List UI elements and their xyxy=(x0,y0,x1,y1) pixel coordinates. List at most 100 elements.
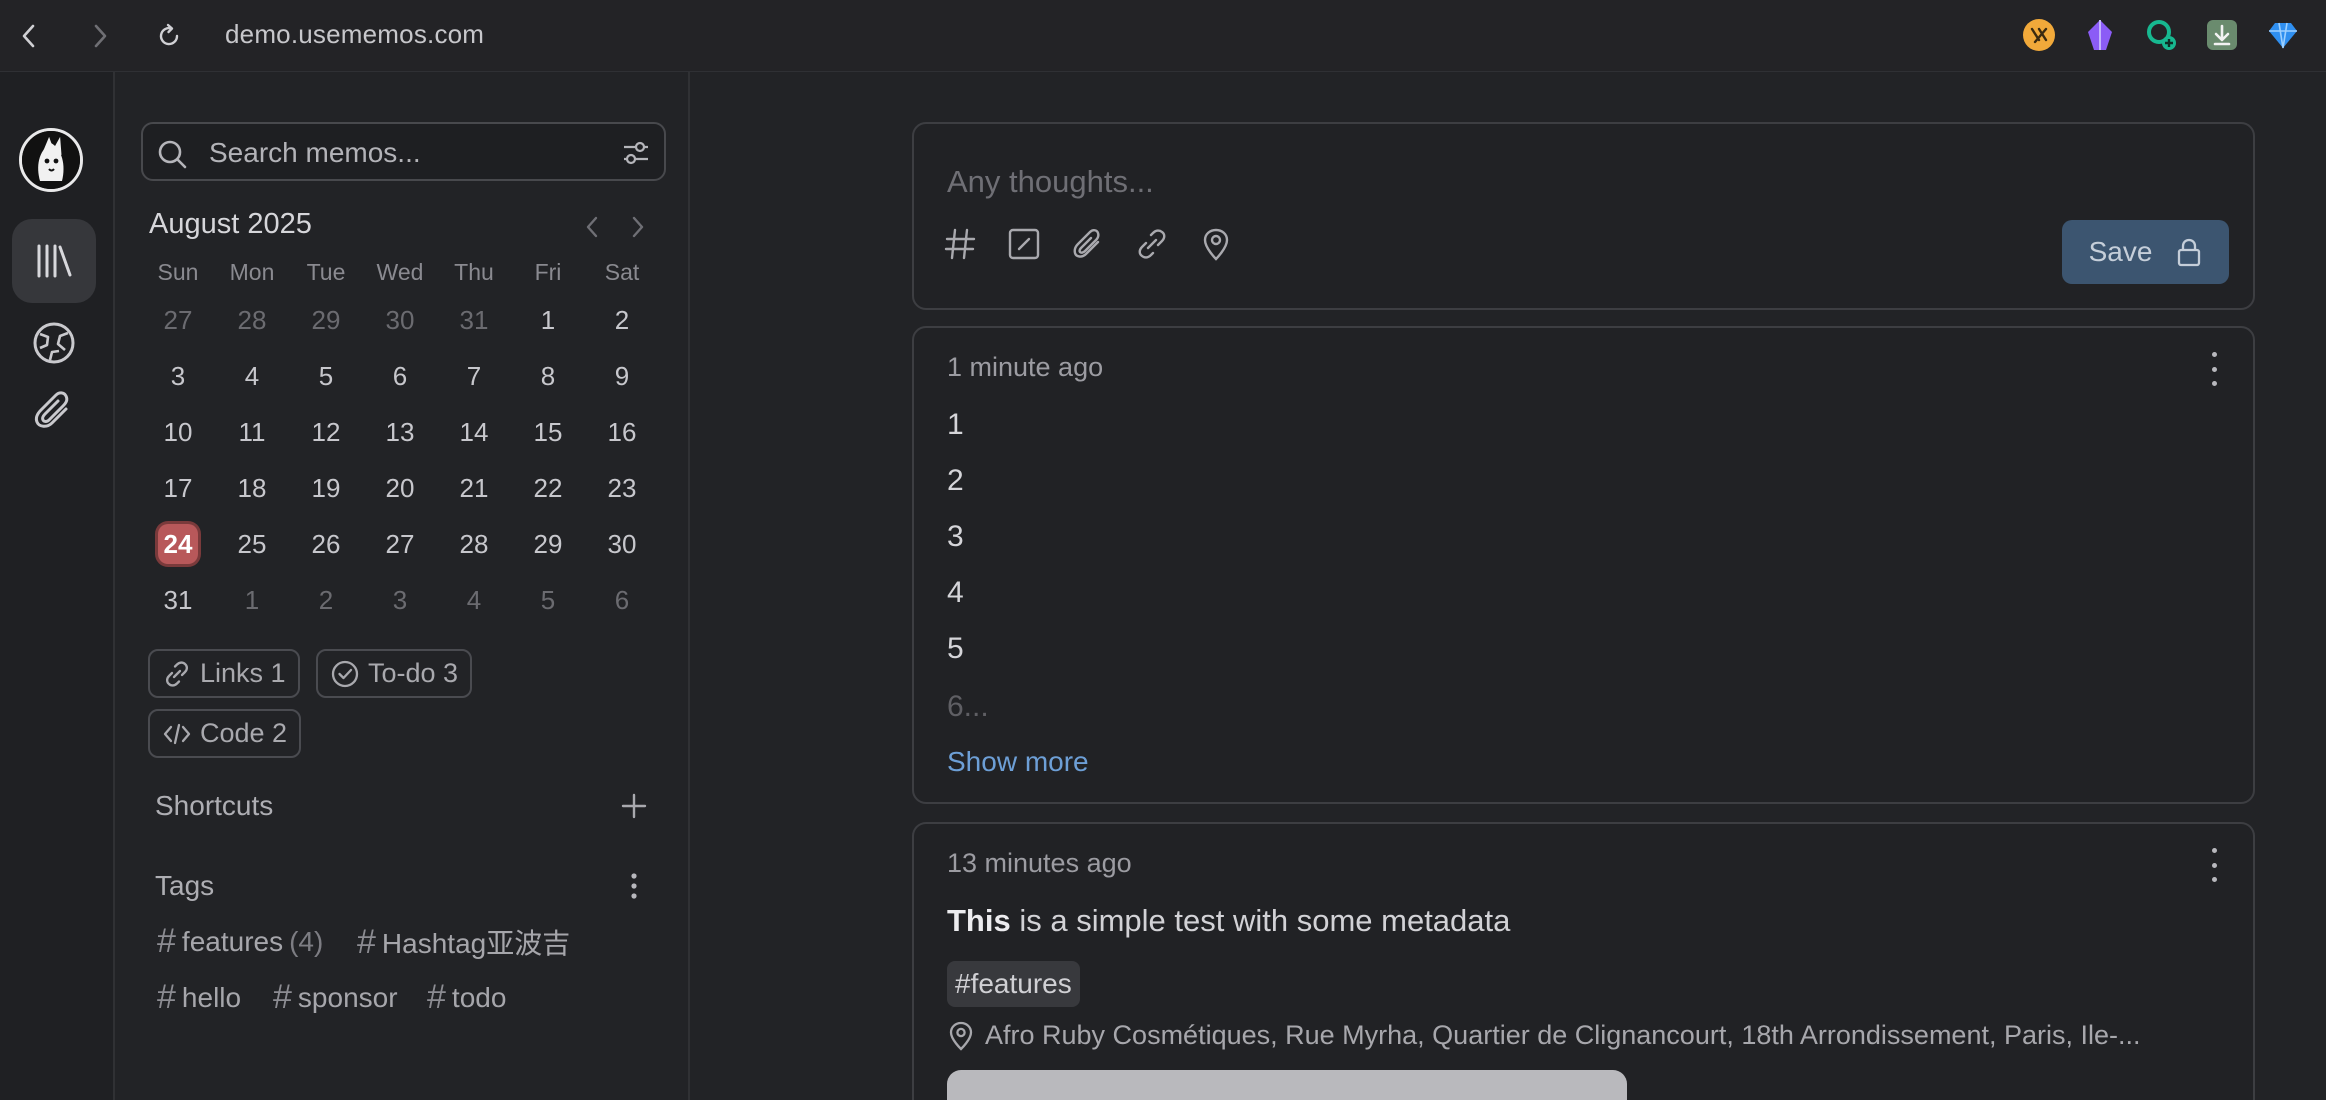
calendar-day[interactable]: 28 xyxy=(437,516,511,572)
filter-code-chip[interactable]: Code 2 xyxy=(148,709,302,758)
calendar-day[interactable]: 4 xyxy=(215,348,289,404)
save-button[interactable]: Save xyxy=(2062,220,2229,284)
memo-card: 13 minutes ago This is a simple test wit… xyxy=(912,822,2255,1100)
calendar-day[interactable]: 28 xyxy=(215,292,289,348)
sidebar: Search memos... August 2025 Sun Mon Tue … xyxy=(117,72,690,1100)
show-more-link[interactable]: Show more xyxy=(947,746,1089,778)
nav-attachments-button[interactable] xyxy=(12,369,96,453)
calendar-day[interactable]: 22 xyxy=(511,460,585,516)
calendar-day[interactable]: 20 xyxy=(363,460,437,516)
tag-item[interactable]: # hello xyxy=(157,978,241,1017)
tag-item[interactable]: # Hashtag亚波吉 xyxy=(357,922,570,962)
reload-button[interactable] xyxy=(151,18,187,54)
filter-links-chip[interactable]: Links 1 xyxy=(148,649,300,698)
memo-image-preview[interactable] xyxy=(947,1070,1627,1100)
code-icon xyxy=(163,723,191,744)
ext-diamond-icon[interactable] xyxy=(2264,16,2302,54)
calendar-day[interactable]: 18 xyxy=(215,460,289,516)
calendar-next-button[interactable] xyxy=(623,212,653,242)
calendar-day[interactable]: 29 xyxy=(289,292,363,348)
calendar-day[interactable]: 31 xyxy=(437,292,511,348)
calendar-day[interactable]: 29 xyxy=(511,516,585,572)
tag-item[interactable]: # todo xyxy=(427,978,506,1017)
calendar-day[interactable]: 9 xyxy=(585,348,659,404)
memo-tag[interactable]: #features xyxy=(947,961,1080,1007)
calendar-day[interactable]: 26 xyxy=(289,516,363,572)
calendar-day[interactable]: 15 xyxy=(511,404,585,460)
chevron-right-icon xyxy=(94,24,107,48)
calendar-day[interactable]: 30 xyxy=(363,292,437,348)
calendar-prev-button[interactable] xyxy=(577,212,607,242)
hash-icon: # xyxy=(427,978,446,1016)
calendar-day[interactable]: 30 xyxy=(585,516,659,572)
ext-download-icon[interactable] xyxy=(2203,16,2241,54)
calendar-day[interactable]: 3 xyxy=(363,572,437,628)
tag-item[interactable]: # sponsor xyxy=(273,978,398,1017)
ext-green-icon[interactable] xyxy=(2142,16,2180,54)
calendar-day[interactable]: 27 xyxy=(363,516,437,572)
calendar-day[interactable]: 13 xyxy=(363,404,437,460)
calendar-day[interactable]: 1 xyxy=(215,572,289,628)
globe-icon xyxy=(33,322,75,364)
tag-count: (4) xyxy=(289,925,324,957)
memo-editor-input[interactable]: Any thoughts... xyxy=(947,164,1154,200)
calendar-day[interactable]: 6 xyxy=(363,348,437,404)
calendar-day[interactable]: 11 xyxy=(215,404,289,460)
ext-yellow-icon[interactable] xyxy=(2020,16,2058,54)
chevron-left-icon xyxy=(586,216,598,238)
attachment-tool-button[interactable] xyxy=(1068,224,1108,264)
calendar-day[interactable]: 6 xyxy=(585,572,659,628)
filter-links-label: Links 1 xyxy=(200,658,286,688)
calendar-day[interactable]: 23 xyxy=(585,460,659,516)
add-shortcut-button[interactable] xyxy=(617,789,651,823)
hash-icon: # xyxy=(273,978,292,1016)
calendar-day[interactable]: 31 xyxy=(141,572,215,628)
back-button[interactable] xyxy=(11,18,47,54)
tag-item[interactable]: # features (4) xyxy=(157,922,323,961)
calendar-day[interactable]: 7 xyxy=(437,348,511,404)
forward-button[interactable] xyxy=(82,18,118,54)
weekday-label: Mon xyxy=(229,259,275,285)
calendar-day[interactable]: 5 xyxy=(289,348,363,404)
memo-bold-text: This xyxy=(947,903,1011,938)
memo-timestamp[interactable]: 1 minute ago xyxy=(947,352,1103,383)
filter-todo-chip[interactable]: To-do 3 xyxy=(316,649,473,698)
tag-tool-button[interactable] xyxy=(940,224,980,264)
calendar-day[interactable]: 3 xyxy=(141,348,215,404)
tag-name: Hashtag亚波吉 xyxy=(381,928,571,959)
calendar-day[interactable]: 2 xyxy=(289,572,363,628)
calendar-day[interactable]: 21 xyxy=(437,460,511,516)
search-input[interactable]: Search memos... xyxy=(141,122,666,181)
calendar-day[interactable]: 17 xyxy=(141,460,215,516)
calendar-day[interactable]: 5 xyxy=(511,572,585,628)
checkbox-tool-button[interactable] xyxy=(1004,224,1044,264)
app-logo[interactable] xyxy=(19,128,83,192)
location-tool-button[interactable] xyxy=(1196,224,1236,264)
filter-options-icon[interactable] xyxy=(622,140,650,166)
address-bar[interactable]: demo.usememos.com xyxy=(225,19,484,50)
calendar-day[interactable]: 1 xyxy=(511,292,585,348)
ext-purple-icon[interactable] xyxy=(2081,16,2119,54)
calendar-grid: Sun Mon Tue Wed Thu Fri Sat 27 28 29 30 … xyxy=(141,252,659,628)
calendar-day[interactable]: 4 xyxy=(437,572,511,628)
search-placeholder: Search memos... xyxy=(209,137,421,168)
calendar-day-today[interactable]: 24 xyxy=(141,516,215,572)
nav-home-button[interactable] xyxy=(12,219,96,303)
tags-menu-button[interactable] xyxy=(617,869,651,903)
calendar-day[interactable]: 19 xyxy=(289,460,363,516)
more-vertical-icon[interactable] xyxy=(2209,848,2219,882)
calendar-day[interactable]: 27 xyxy=(141,292,215,348)
calendar-day[interactable]: 16 xyxy=(585,404,659,460)
calendar-day[interactable]: 8 xyxy=(511,348,585,404)
calendar-day[interactable]: 25 xyxy=(215,516,289,572)
calendar-day[interactable]: 10 xyxy=(141,404,215,460)
link-tool-button[interactable] xyxy=(1132,224,1172,264)
weekday-label: Sat xyxy=(604,259,640,285)
more-vertical-icon[interactable] xyxy=(2209,352,2219,386)
calendar-day[interactable]: 2 xyxy=(585,292,659,348)
calendar-day[interactable]: 14 xyxy=(437,404,511,460)
calendar-day[interactable]: 12 xyxy=(289,404,363,460)
memo-location[interactable]: Afro Ruby Cosmétiques, Rue Myrha, Quarti… xyxy=(947,1020,2141,1051)
memo-timestamp[interactable]: 13 minutes ago xyxy=(947,848,1132,879)
library-icon xyxy=(37,244,72,278)
